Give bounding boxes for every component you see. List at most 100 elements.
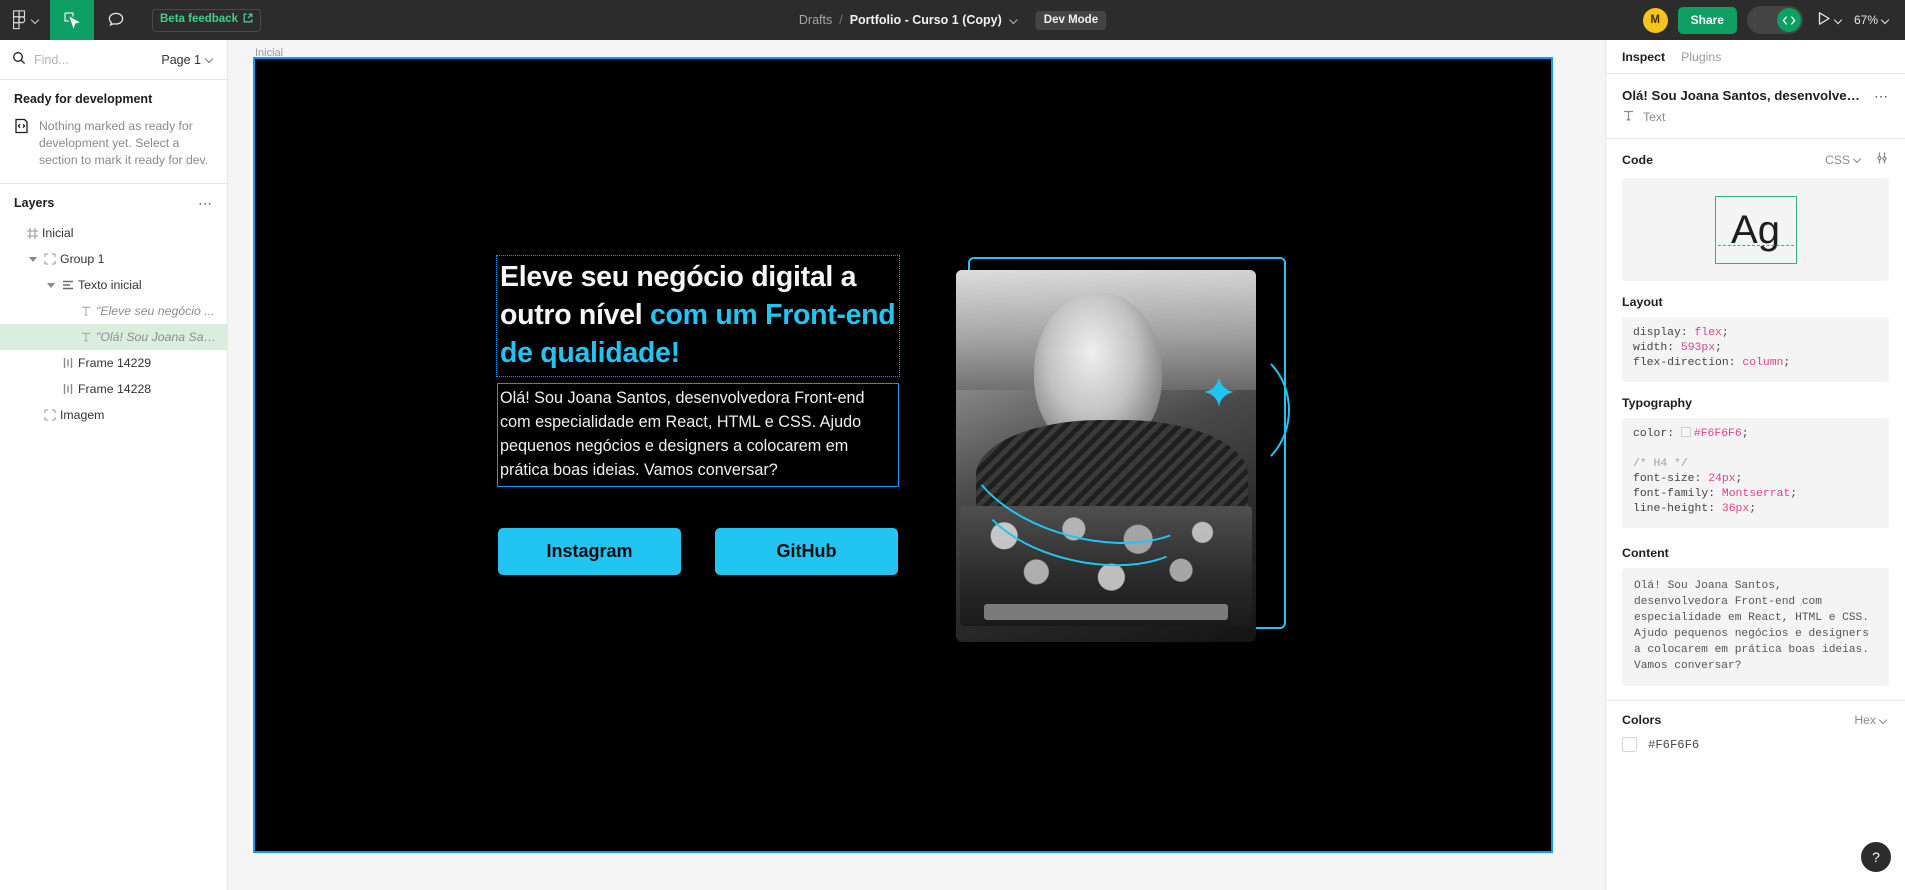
breadcrumb: Drafts / Portfolio - Curso 1 (Copy) Dev … xyxy=(799,0,1107,40)
css-property: flex-direction xyxy=(1633,357,1729,369)
code-language-chevron-down-icon xyxy=(1854,155,1863,164)
layer-row-imagem[interactable]: Imagem xyxy=(0,402,227,428)
more-horizontal-icon[interactable]: ⋯ xyxy=(198,196,213,210)
colors-section: Colors Hex #F6F6F6 xyxy=(1606,701,1905,766)
css-property: font-size xyxy=(1633,473,1695,485)
code-language-label: CSS xyxy=(1824,152,1850,167)
tab-inspect[interactable]: Inspect xyxy=(1622,50,1665,64)
beta-feedback-label: Beta feedback xyxy=(160,13,238,25)
tab-plugins[interactable]: Plugins xyxy=(1681,50,1721,64)
help-button[interactable]: ? xyxy=(1861,842,1891,872)
comment-tool-button[interactable] xyxy=(94,0,138,40)
layer-row-inicial[interactable]: Inicial xyxy=(0,220,227,246)
inline-color-swatch xyxy=(1680,427,1691,437)
selection-more-horizontal-icon[interactable]: ⋯ xyxy=(1874,89,1889,103)
headline-text[interactable]: Eleve seu negócio digital a outro nível … xyxy=(496,255,900,377)
css-value: column xyxy=(1742,357,1784,369)
content-section: Content Olá! Sou Joana Santos, desenvolv… xyxy=(1606,542,1905,700)
share-button[interactable]: Share xyxy=(1677,6,1737,34)
color-format-selector[interactable]: Hex xyxy=(1854,713,1889,727)
zoom-chevron-down-icon[interactable] xyxy=(1882,16,1891,25)
breadcrumb-file-name[interactable]: Portfolio - Curso 1 (Copy) xyxy=(850,13,1002,27)
beta-feedback-button[interactable]: Beta feedback xyxy=(152,8,261,32)
typography-code-block[interactable]: color: #F6F6F6; /* H4 */ font-size: 24px… xyxy=(1622,418,1889,528)
typography-heading: Typography xyxy=(1622,396,1692,410)
frame-name-label[interactable]: Inicial xyxy=(255,47,283,59)
page-selector-label: Page 1 xyxy=(161,52,201,67)
layer-row-group-1[interactable]: Group 1 xyxy=(0,246,227,272)
code-section-header: Code CSS xyxy=(1622,151,1889,168)
avatar[interactable]: M xyxy=(1642,7,1668,33)
play-triangle-icon xyxy=(1817,11,1831,29)
dev-mode-badge: Dev Mode xyxy=(1035,10,1107,30)
github-button[interactable]: GitHub xyxy=(715,528,898,575)
move-tool-button[interactable] xyxy=(50,0,94,40)
css-property: display xyxy=(1633,327,1681,339)
code-page-icon xyxy=(14,118,29,137)
figma-menu-button[interactable] xyxy=(0,0,50,40)
layer-label: "Olá! Sou Joana San... xyxy=(96,330,219,344)
layer-row-texto-inicial[interactable]: Texto inicial xyxy=(0,272,227,298)
typography-preview-glyph: Ag xyxy=(1731,207,1780,252)
selection-header: Olá! Sou Joana Santos, desenvolvedora...… xyxy=(1606,74,1905,103)
photo-keyboard xyxy=(984,604,1228,620)
layer-row-eleve-seu-neg-cio[interactable]: "Eleve seu negócio ... xyxy=(0,298,227,324)
css-property: line-height xyxy=(1633,503,1709,515)
present-chevron-down-icon[interactable] xyxy=(1835,16,1844,25)
css-value: 593px xyxy=(1680,342,1716,354)
breadcrumb-project[interactable]: Drafts xyxy=(799,13,832,27)
text-icon xyxy=(1622,109,1635,125)
content-text-block[interactable]: Olá! Sou Joana Santos, desenvolvedora Fr… xyxy=(1622,568,1889,686)
autolayout-horizontal-icon xyxy=(58,357,78,369)
color-row[interactable]: #F6F6F6 xyxy=(1622,737,1889,752)
figma-logo-icon xyxy=(12,10,27,30)
ready-for-development-section: Ready for development Nothing marked as … xyxy=(0,80,227,184)
dev-mode-toggle[interactable] xyxy=(1746,6,1803,34)
code-language-selector[interactable]: CSS xyxy=(1825,153,1863,167)
layers-header: Layers ⋯ xyxy=(0,184,227,220)
top-toolbar: Beta feedback Drafts / Portfolio - Curso… xyxy=(0,0,1905,40)
typography-color-value: #F6F6F6 xyxy=(1693,428,1742,440)
left-sidebar: Find... Page 1 Ready for development Not… xyxy=(0,40,228,890)
code-brackets-icon xyxy=(1776,8,1801,32)
css-line: font-size: 24px; xyxy=(1633,473,1743,485)
color-swatch xyxy=(1622,737,1637,752)
group-icon xyxy=(40,253,60,265)
ready-empty-text: Nothing marked as ready for development … xyxy=(39,119,209,167)
photo-composition[interactable] xyxy=(948,257,1290,642)
sparkle-icon xyxy=(1202,375,1236,409)
layer-label: Frame 14228 xyxy=(78,382,152,396)
text-icon xyxy=(76,305,96,317)
layer-row-frame-14229[interactable]: Frame 14229 xyxy=(0,350,227,376)
content-heading: Content xyxy=(1622,546,1669,560)
typography-preview: Ag xyxy=(1622,178,1889,281)
zoom-control[interactable]: 67% xyxy=(1854,13,1891,27)
page-selector[interactable]: Page 1 xyxy=(161,53,215,67)
layout-heading: Layout xyxy=(1622,295,1663,309)
canvas-viewport[interactable]: Inicial Eleve seu negócio digital a outr… xyxy=(228,40,1605,890)
design-frame[interactable]: Eleve seu negócio digital a outro nível … xyxy=(253,57,1553,853)
section-icon xyxy=(22,227,42,240)
layer-row-frame-14228[interactable]: Frame 14228 xyxy=(0,376,227,402)
layer-row-ol-sou-joana-san[interactable]: "Olá! Sou Joana San... xyxy=(0,324,227,350)
sliders-settings-icon[interactable] xyxy=(1875,151,1889,168)
figma-dev-mode-window: Beta feedback Drafts / Portfolio - Curso… xyxy=(0,0,1905,890)
layer-label: Inicial xyxy=(42,226,74,240)
text-column: Eleve seu negócio digital a outro nível … xyxy=(496,255,900,575)
frame-content-row: Eleve seu negócio digital a outro nível … xyxy=(496,255,1290,642)
css-line: display: flex; xyxy=(1633,327,1729,339)
instagram-button[interactable]: Instagram xyxy=(498,528,681,575)
breadcrumb-chevron-down-icon[interactable] xyxy=(1011,16,1020,25)
toolbar-right-group: M Share 67% xyxy=(1642,6,1905,34)
ready-empty-state: Nothing marked as ready for development … xyxy=(14,118,213,169)
layer-twisty-icon[interactable] xyxy=(44,282,58,288)
chevron-down-icon xyxy=(32,16,41,25)
autolayout-horizontal-icon xyxy=(58,383,78,395)
layer-twisty-icon[interactable] xyxy=(26,256,40,262)
layout-code-block[interactable]: display: flex; width: 593px; flex-directio… xyxy=(1622,317,1889,382)
search-input[interactable]: Find... xyxy=(34,53,153,67)
present-button[interactable] xyxy=(1817,11,1844,29)
layers-heading: Layers xyxy=(14,196,55,210)
toolbar-left-group: Beta feedback xyxy=(0,0,261,40)
paragraph-text-selected[interactable]: Olá! Sou Joana Santos, desenvolvedora Fr… xyxy=(497,383,899,487)
